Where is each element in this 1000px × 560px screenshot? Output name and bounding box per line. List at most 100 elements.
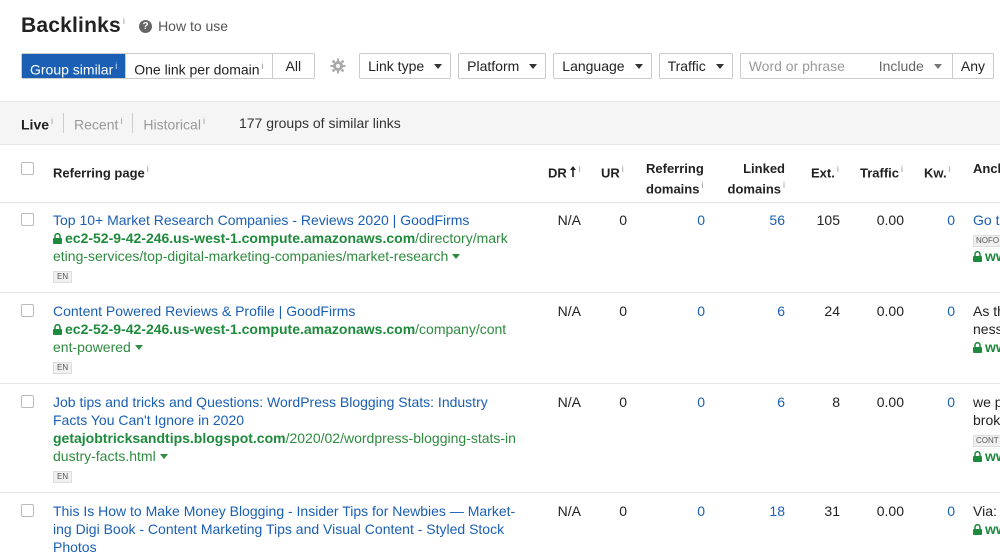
question-icon: ?: [139, 19, 153, 33]
col-referring-page[interactable]: Referring page i: [53, 161, 149, 181]
referring-domains-link[interactable]: 0: [670, 502, 705, 520]
caret-down-icon: [434, 63, 443, 69]
referring-page-title-link[interactable]: Content Powered Reviews & Profile | Good…: [53, 302, 531, 320]
linked-domains-link[interactable]: 6: [745, 302, 785, 320]
row-checkbox[interactable]: [21, 213, 34, 226]
link-type-dropdown[interactable]: Link type: [359, 53, 452, 79]
url-menu-caret-icon[interactable]: [452, 254, 461, 259]
search-box: Include Any: [739, 53, 994, 79]
tab-historical[interactable]: Historical i: [143, 113, 215, 133]
tab-recent[interactable]: Recent i: [74, 113, 134, 133]
referring-page-cell: This Is How to Make Money Blogging - Ins…: [53, 502, 531, 556]
referring-domains-link[interactable]: 0: [670, 302, 705, 320]
ur-value: 0: [619, 503, 627, 519]
result-count: 177 groups of similar links: [238, 115, 401, 131]
page-title: Backlinks i: [21, 14, 126, 37]
col-referring-domains[interactable]: Referring domains i: [646, 161, 704, 197]
traffic-value: 0.00: [876, 503, 904, 519]
referring-page-title-link[interactable]: Job tips and tricks and Questions: WordP…: [53, 393, 531, 429]
lock-icon: [973, 342, 982, 353]
referring-page-title-link[interactable]: Top 10+ Market Research Companies - Revi…: [53, 211, 531, 229]
lock-icon: [53, 233, 62, 244]
group-similar-button[interactable]: Group similar i: [22, 54, 127, 78]
traffic-value: 0.00: [876, 212, 904, 228]
table-row: Job tips and tricks and Questions: WordP…: [0, 384, 1000, 493]
referring-domains-link[interactable]: 0: [670, 211, 705, 229]
language-badge: EN: [53, 362, 73, 374]
anchor-cell: As th ness ww: [973, 303, 1000, 355]
all-button[interactable]: All: [273, 54, 315, 78]
index-tabs-bar: Live i Recent i Historical i 177 groups of …: [0, 101, 1000, 145]
tab-live[interactable]: Live i: [21, 113, 65, 133]
referring-page-url[interactable]: getajobtricksandtips.blogspot.com/2020/0…: [53, 429, 531, 447]
ext-value: 31: [824, 503, 840, 519]
sort-arrow-up-icon: [570, 166, 577, 178]
traffic-value: 0.00: [876, 394, 904, 410]
dr-value: N/A: [557, 503, 581, 519]
referring-page-cell: Job tips and tricks and Questions: WordP…: [53, 393, 531, 483]
lock-icon: [973, 251, 982, 262]
caret-down-icon: [933, 63, 942, 69]
referring-page-cell: Content Powered Reviews & Profile | Good…: [53, 302, 531, 374]
traffic-dropdown[interactable]: Traffic: [658, 53, 733, 79]
language-badge: EN: [53, 271, 73, 283]
page-header: Backlinks i ? How to use: [21, 14, 228, 38]
url-menu-caret-icon[interactable]: [134, 345, 143, 350]
col-linked-domains[interactable]: Linked domains i: [725, 161, 785, 197]
traffic-value: 0.00: [876, 303, 904, 319]
table-header: Referring page i DR i UR i Referring domain…: [0, 146, 1000, 203]
referring-domains-link[interactable]: 0: [670, 393, 705, 411]
col-ur[interactable]: UR i: [601, 161, 624, 181]
row-checkbox[interactable]: [21, 304, 34, 317]
select-all-checkbox[interactable]: [21, 162, 34, 175]
caret-down-icon: [529, 63, 538, 69]
table-row: Content Powered Reviews & Profile | Good…: [0, 293, 1000, 384]
keywords-link[interactable]: 0: [925, 502, 955, 520]
referring-page-url[interactable]: ec2-52-9-42-246.us-west-1.compute.amazon…: [53, 320, 531, 338]
dr-value: N/A: [557, 212, 581, 228]
lock-icon: [973, 451, 982, 462]
linked-domains-link[interactable]: 18: [745, 502, 785, 520]
row-checkbox[interactable]: [21, 504, 34, 517]
anchor-cell: Go t NOFO ww: [973, 211, 1000, 265]
table-row: This Is How to Make Money Blogging - Ins…: [0, 493, 1000, 560]
keywords-link[interactable]: 0: [925, 393, 955, 411]
referring-page-url[interactable]: ec2-52-9-42-246.us-west-1.compute.amazon…: [53, 229, 531, 247]
filter-toolbar: Group similar i One link per domain i All …: [21, 53, 994, 79]
url-menu-caret-icon[interactable]: [159, 454, 168, 459]
referring-page-title-link[interactable]: This Is How to Make Money Blogging - Ins…: [53, 502, 531, 556]
linked-domains-link[interactable]: 56: [745, 211, 785, 229]
ur-value: 0: [619, 394, 627, 410]
caret-down-icon: [634, 63, 643, 69]
keywords-link[interactable]: 0: [925, 302, 955, 320]
dr-value: N/A: [557, 394, 581, 410]
col-traffic[interactable]: Traffic i: [860, 161, 903, 181]
dr-value: N/A: [557, 303, 581, 319]
col-anchor[interactable]: Anch: [973, 161, 1000, 177]
col-ext[interactable]: Ext. i: [811, 161, 839, 181]
referring-page-cell: Top 10+ Market Research Companies - Revi…: [53, 211, 531, 283]
how-to-use-link[interactable]: ? How to use: [139, 18, 228, 34]
linked-domains-link[interactable]: 6: [745, 393, 785, 411]
any-dropdown[interactable]: Any: [953, 58, 993, 74]
col-keywords[interactable]: Kw. i: [924, 161, 951, 181]
platform-dropdown[interactable]: Platform: [458, 53, 547, 79]
language-badge: EN: [53, 471, 73, 483]
ext-value: 105: [816, 212, 840, 228]
row-checkbox[interactable]: [21, 395, 34, 408]
anchor-cell: Via: ww: [973, 503, 1000, 537]
language-dropdown[interactable]: Language: [553, 53, 652, 79]
search-input[interactable]: [740, 55, 873, 77]
ur-value: 0: [619, 212, 627, 228]
include-dropdown[interactable]: Include: [873, 54, 953, 78]
gear-icon[interactable]: [329, 57, 347, 75]
table-row: Top 10+ Market Research Companies - Revi…: [0, 203, 1000, 293]
ext-value: 8: [832, 394, 840, 410]
keywords-link[interactable]: 0: [925, 211, 955, 229]
anchor-cell: we p brok CONT ww: [973, 394, 1000, 464]
ur-value: 0: [619, 303, 627, 319]
one-link-per-domain-button[interactable]: One link per domain i: [126, 54, 273, 78]
col-dr[interactable]: DR i: [548, 161, 580, 181]
lock-icon: [973, 524, 982, 535]
ext-value: 24: [824, 303, 840, 319]
